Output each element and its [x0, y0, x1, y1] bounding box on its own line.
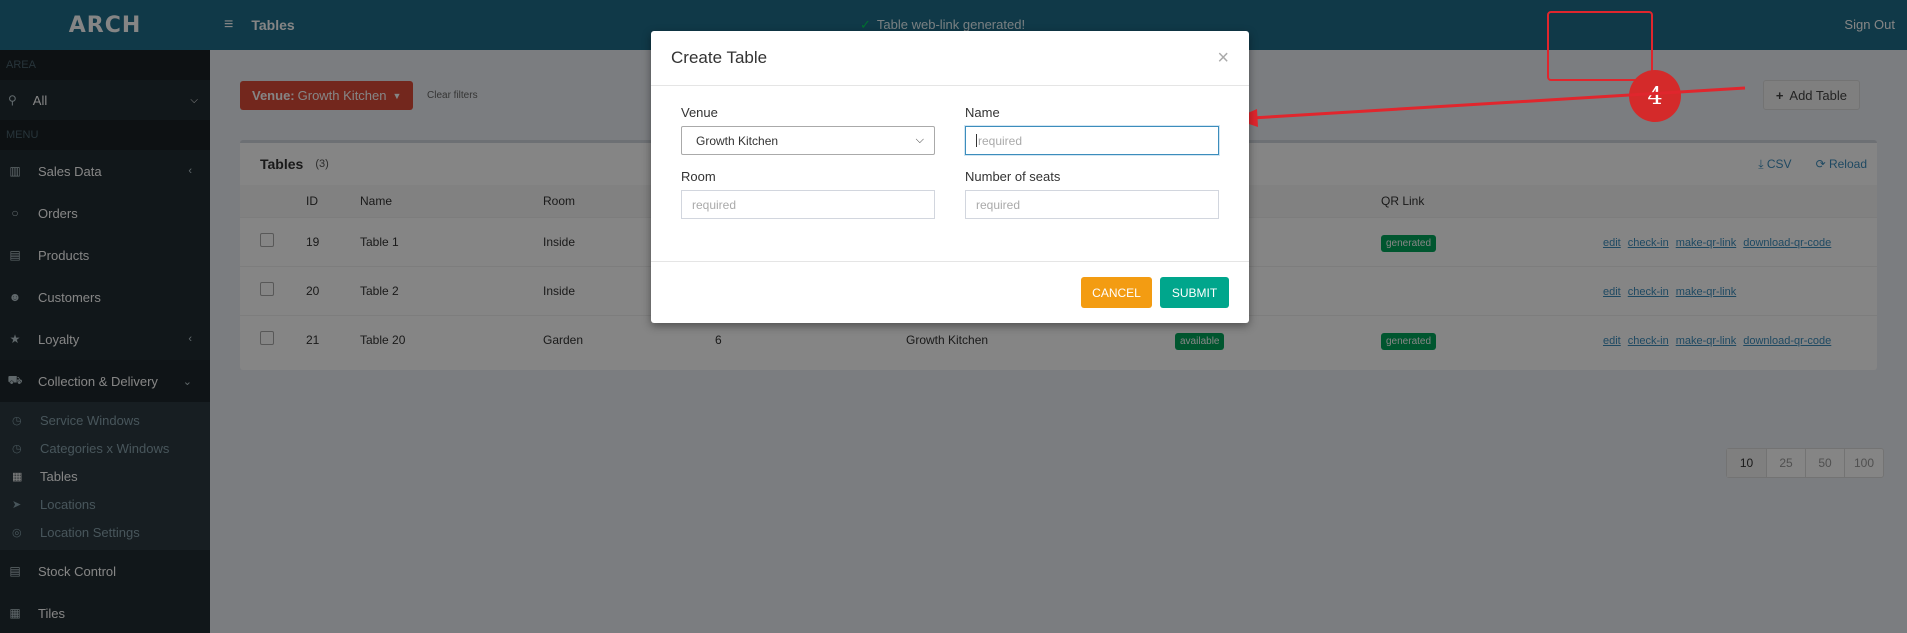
text-cursor [976, 134, 977, 147]
name-input[interactable]: required [965, 126, 1219, 155]
cancel-button[interactable]: CANCEL [1081, 277, 1152, 308]
close-icon[interactable]: × [1217, 47, 1229, 70]
room-field-group: Room required [681, 169, 935, 219]
venue-select-value: Growth Kitchen [696, 133, 779, 148]
modal-body: Venue Growth Kitchen ⌵ Name required Roo… [651, 86, 1249, 262]
venue-field-group: Venue Growth Kitchen ⌵ [681, 105, 935, 155]
room-placeholder: required [692, 197, 737, 212]
modal-title: Create Table [671, 48, 768, 67]
room-label: Room [681, 169, 716, 184]
venue-label: Venue [681, 105, 718, 120]
modal-header: Create Table × [651, 31, 1249, 86]
venue-select[interactable]: Growth Kitchen ⌵ [681, 126, 935, 155]
name-field-group: Name required [965, 105, 1219, 155]
seats-label: Number of seats [965, 169, 1061, 184]
create-table-modal: Create Table × Venue Growth Kitchen ⌵ Na… [651, 31, 1249, 323]
chevron-down-icon: ⌵ [915, 134, 924, 146]
name-label: Name [965, 105, 1000, 120]
annotation-arrow-line [1251, 86, 1746, 120]
name-placeholder: required [978, 133, 1023, 148]
seats-input[interactable]: required [965, 190, 1219, 219]
seats-placeholder: required [976, 197, 1021, 212]
room-input[interactable]: required [681, 190, 935, 219]
modal-footer: CANCEL SUBMIT [651, 262, 1249, 323]
seats-field-group: Number of seats required [965, 169, 1219, 219]
submit-button[interactable]: SUBMIT [1160, 277, 1229, 308]
